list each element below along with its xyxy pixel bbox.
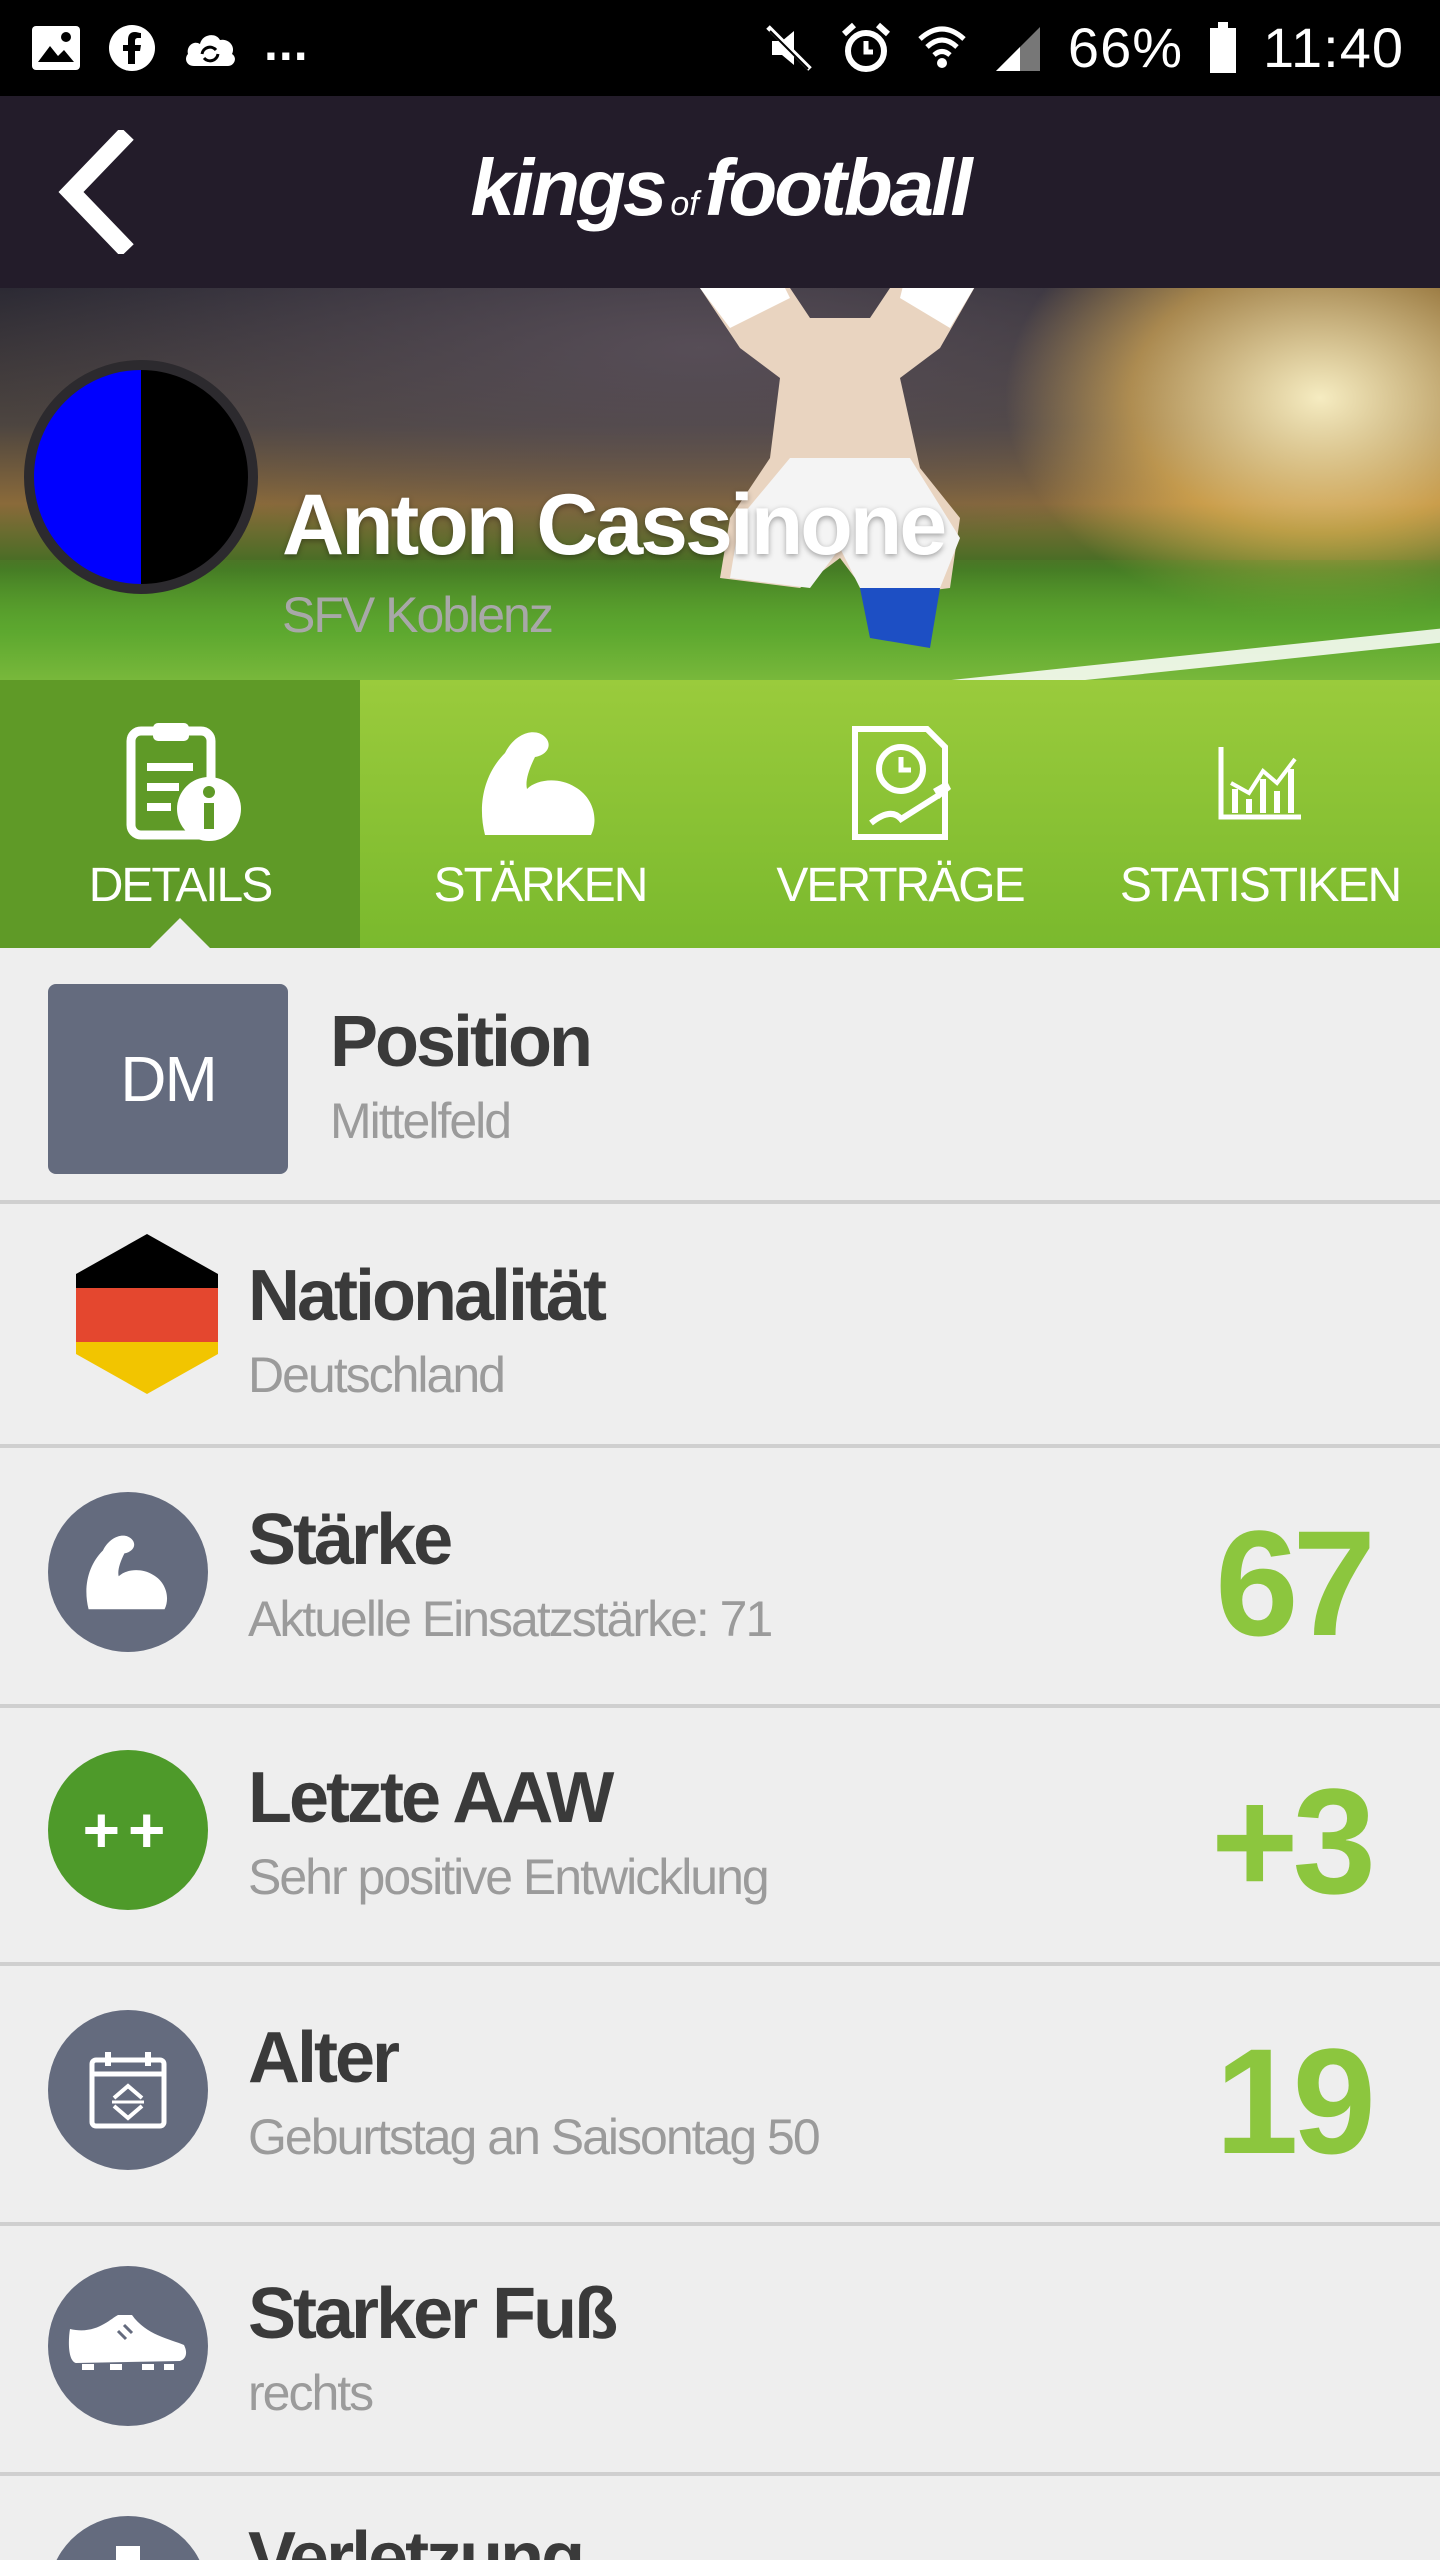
tab-label: DETAILS [88,859,273,912]
app-screen: ... 66% 11:40 kings offootball Anton Cas… [0,0,1440,2560]
battery-percent: 66% [1067,16,1184,79]
row-subtitle: Mittelfeld [330,1093,512,1149]
injury-row[interactable]: Verletzung [0,2476,1440,2560]
tab-details[interactable]: DETAILS [0,680,360,948]
row-title: Stärke [248,1500,453,1580]
row-subtitle: Deutschland [248,1347,506,1403]
muscle-icon [475,718,605,848]
battery-icon [1209,18,1237,78]
row-title: Verletzung [248,2518,585,2560]
signal-icon [992,18,1042,78]
row-subtitle: rechts [248,2365,374,2421]
age-icon-circle [48,2010,208,2170]
strength-icon-circle [48,1492,208,1652]
row-subtitle: Geburtstag an Saisontag 50 [248,2109,821,2165]
last-aaw-row[interactable]: ++ Letzte AAW Sehr positive Entwicklung … [0,1708,1440,1966]
row-title: Position [330,1002,593,1082]
injury-icon [116,2546,140,2560]
details-icon [115,718,245,848]
mute-icon [764,18,814,78]
plus-plus-icon: ++ [82,1794,174,1866]
age-value: 19 [1215,2017,1376,2185]
tab-vertrage[interactable]: VERTRÄGE [720,680,1080,948]
stats-icon [1215,718,1305,848]
clock: 11:40 [1263,16,1404,79]
boot-icon [68,2315,187,2370]
status-right: 66% 11:40 [764,18,1404,78]
app-header: kings offootball [0,96,1440,288]
foot-icon-circle [48,2266,208,2426]
team-badge [24,360,258,594]
row-subtitle: Sehr positive Entwicklung [248,1849,770,1905]
player-club: SFV Koblenz [282,587,554,643]
nationality-row[interactable]: Nationalität Deutschland [0,1204,1440,1448]
contract-icon [835,718,965,848]
germany-flag-icon [76,1234,218,1394]
row-title: Starker Fuß [248,2274,618,2354]
strength-value: 67 [1215,1499,1376,1667]
alarm-icon [840,18,892,78]
row-title: Nationalität [248,1256,607,1336]
app-logo: kings offootball [470,143,972,232]
player-name: Anton Cassinone [282,477,947,573]
row-title: Alter [248,2018,400,2098]
muscle-icon [86,1535,168,1610]
status-left: ... [30,18,309,78]
strength-row[interactable]: Stärke Aktuelle Einsatzstärke: 71 67 [0,1448,1440,1708]
more-notifications: ... [264,15,309,71]
row-subtitle: Aktuelle Einsatzstärke: 71 [248,1591,773,1647]
tab-label: VERTRÄGE [776,859,1025,912]
active-tab-indicator [150,918,210,948]
cloud-sync-icon [182,18,238,78]
tab-bar: DETAILS STÄRKEN VERTRÄGE STATISTIKEN [0,680,1440,948]
strong-foot-row[interactable]: Starker Fuß rechts [0,2226,1440,2476]
facebook-icon [108,18,156,78]
injury-icon-circle [48,2516,208,2560]
position-badge: DM [48,984,288,1174]
tab-label: STATISTIKEN [1119,859,1402,912]
image-icon [30,18,82,78]
aaw-value: +3 [1210,1757,1376,1925]
tab-statistiken[interactable]: STATISTIKEN [1080,680,1440,948]
player-hero-banner: Anton Cassinone SFV Koblenz [0,288,1440,680]
calendar-icon [89,2052,167,2129]
status-bar: ... 66% 11:40 [0,0,1440,96]
tab-label: STÄRKEN [433,859,649,912]
player-detail-list: DM Position Mittelfeld Nationalität Deut… [0,948,1440,2560]
tab-starken[interactable]: STÄRKEN [360,680,720,948]
age-row[interactable]: Alter Geburtstag an Saisontag 50 19 [0,1966,1440,2226]
position-row[interactable]: DM Position Mittelfeld [0,948,1440,1204]
wifi-icon [918,18,966,78]
aaw-icon-circle: ++ [48,1750,208,1910]
row-title: Letzte AAW [248,1758,614,1838]
